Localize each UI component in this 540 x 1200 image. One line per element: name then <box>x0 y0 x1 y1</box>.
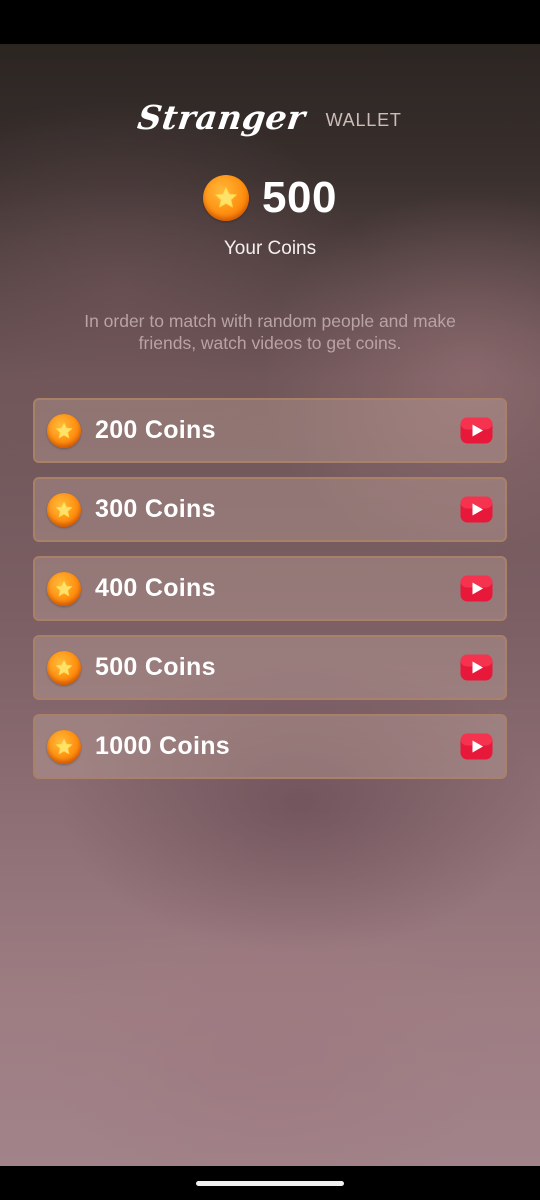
header: Stranger WALLET <box>0 92 540 142</box>
star-coin-icon <box>47 571 81 606</box>
info-text: In order to match with random people and… <box>84 311 456 353</box>
star-coin-icon <box>47 413 81 448</box>
video-play-icon[interactable] <box>460 496 493 523</box>
offer-300-coins[interactable]: 300 Coins <box>33 477 507 542</box>
offer-400-coins[interactable]: 400 Coins <box>33 556 507 621</box>
offer-label: 500 Coins <box>95 653 216 681</box>
page-title: WALLET <box>325 109 402 130</box>
video-play-icon[interactable] <box>460 733 493 760</box>
video-play-icon[interactable] <box>460 575 493 602</box>
star-coin-icon <box>47 650 81 685</box>
star-coin-icon <box>203 175 250 221</box>
wallet-screen: Stranger WALLET 500 Your Coins In order … <box>0 44 540 1166</box>
status-bar <box>0 0 540 44</box>
star-coin-icon <box>47 729 81 764</box>
offer-200-coins[interactable]: 200 Coins <box>33 398 507 463</box>
offer-500-coins[interactable]: 500 Coins <box>33 635 507 700</box>
navigation-bar <box>0 1166 540 1200</box>
star-coin-icon <box>47 492 81 527</box>
coin-offers-list: 200 Coins 300 Coins 400 Coins 500 Coins … <box>33 398 507 793</box>
coin-balance: 500 <box>0 168 540 228</box>
offer-1000-coins[interactable]: 1000 Coins <box>33 714 507 779</box>
home-indicator[interactable] <box>196 1181 344 1186</box>
video-play-icon[interactable] <box>460 417 493 444</box>
offer-label: 300 Coins <box>95 495 216 523</box>
video-play-icon[interactable] <box>460 654 493 681</box>
balance-caption: Your Coins <box>223 238 317 259</box>
offer-label: 400 Coins <box>95 574 216 602</box>
app-logo: Stranger <box>135 97 309 137</box>
offer-label: 200 Coins <box>95 416 216 444</box>
balance-value: 500 <box>262 173 337 222</box>
offer-label: 1000 Coins <box>95 732 231 760</box>
